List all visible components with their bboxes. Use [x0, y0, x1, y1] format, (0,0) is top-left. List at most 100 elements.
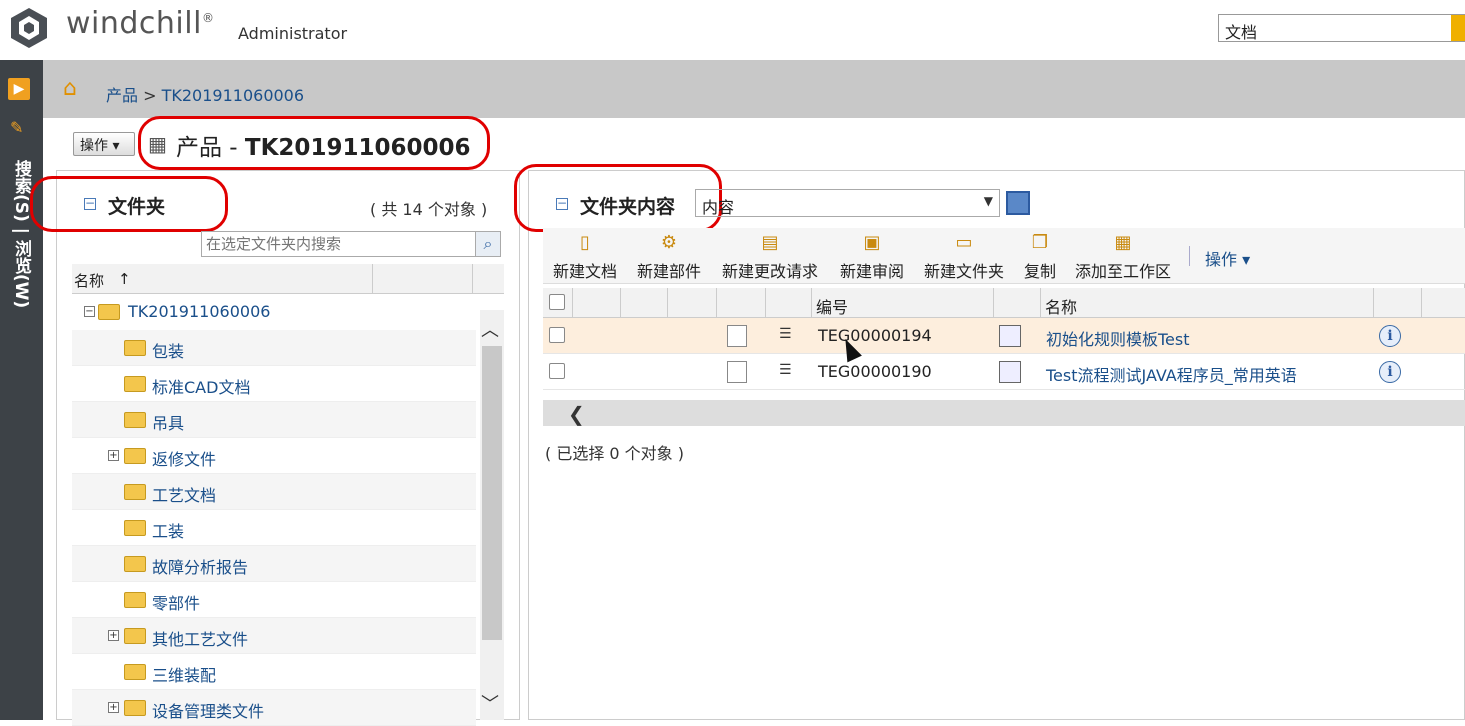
save-view-icon[interactable]: [1006, 191, 1030, 215]
tree-folder-label[interactable]: 包装: [152, 338, 184, 362]
grid-header: 编号 名称: [543, 288, 1465, 318]
tree-folder-row[interactable]: 故障分析报告: [72, 546, 476, 582]
table-row[interactable]: ☰ TEG00000190 Test流程测试JAVA程序员_常用英语 i: [543, 354, 1465, 390]
doc-type-icon: ☰: [779, 326, 792, 342]
tree-folder-label[interactable]: 工艺文档: [152, 482, 216, 506]
document-icon[interactable]: [727, 325, 747, 347]
column-divider: [1040, 288, 1041, 318]
search-icon[interactable]: ✎: [10, 118, 28, 137]
folder-icon: [124, 556, 146, 572]
sort-asc-icon[interactable]: ↑: [118, 270, 131, 288]
folder-count: ( 共 14 个对象 ): [370, 200, 488, 219]
chevron-up-icon[interactable]: ︿: [481, 316, 499, 342]
tree-folder-label[interactable]: 设备管理类文件: [152, 698, 264, 722]
tree-folder-row[interactable]: 包装: [72, 330, 476, 366]
folder-icon: [124, 448, 146, 464]
folder-search-input[interactable]: [201, 231, 476, 257]
row-number: TEG00000190: [818, 362, 932, 381]
annotation-oval: [514, 164, 722, 232]
expand-node-icon[interactable]: +: [108, 630, 119, 641]
tree-folder-row[interactable]: + 其他工艺文件: [72, 618, 476, 654]
rail-tab-label[interactable]: 搜索(S) | 浏览(W): [4, 160, 34, 308]
toolbar-label: 新建文档: [553, 262, 618, 281]
row-checkbox[interactable]: [549, 327, 565, 343]
new-change-request-icon: ▤: [761, 232, 779, 253]
tree-folder-label[interactable]: 其他工艺文件: [152, 626, 248, 650]
tree-folder-row[interactable]: 工装: [72, 510, 476, 546]
toolbar-label: 新建文件夹: [924, 262, 1005, 281]
folder-icon: [98, 304, 120, 320]
view-select[interactable]: 内容 ▼: [695, 189, 1000, 217]
new-folder-button[interactable]: ▭ 新建文件夹: [924, 232, 1004, 282]
tree-folder-label[interactable]: 标准CAD文档: [152, 374, 250, 398]
tree-folder-label[interactable]: 三维装配: [152, 662, 216, 686]
folder-icon: [124, 340, 146, 356]
chevron-down-icon[interactable]: [1451, 15, 1465, 41]
toolbar-divider: [1189, 246, 1190, 266]
tree-folder-row[interactable]: + 设备管理类文件: [72, 690, 476, 726]
home-icon[interactable]: ⌂: [63, 76, 87, 101]
column-divider: [667, 288, 668, 318]
tree-folder-label[interactable]: 返修文件: [152, 446, 216, 470]
document-icon[interactable]: [727, 361, 747, 383]
folder-icon: [124, 520, 146, 536]
new-review-button[interactable]: ▣ 新建审阅: [840, 232, 904, 282]
folder-icon: [124, 592, 146, 608]
expand-node-icon[interactable]: +: [108, 450, 119, 461]
row-name-link[interactable]: Test流程测试JAVA程序员_常用英语: [1046, 362, 1297, 386]
tree-folder-label[interactable]: 故障分析报告: [152, 554, 248, 578]
row-checkbox[interactable]: [549, 363, 565, 379]
chevron-left-icon[interactable]: ❮: [568, 402, 585, 426]
new-document-icon: ▯: [580, 232, 590, 253]
new-document-button[interactable]: ▯ 新建文档: [553, 232, 617, 282]
tree-root-row[interactable]: − TK201911060006: [72, 294, 476, 330]
toolbar-actions-menu[interactable]: 操作 ▾: [1205, 246, 1250, 270]
horizontal-scrollbar[interactable]: [543, 400, 1465, 426]
column-divider: [765, 288, 766, 318]
copy-button[interactable]: ❐ 复制: [1024, 232, 1056, 282]
scrollbar-thumb[interactable]: [482, 346, 502, 640]
tree-folder-label[interactable]: 零部件: [152, 590, 200, 614]
table-row[interactable]: ☰ TEG00000194 初始化规则模板Test i: [543, 318, 1465, 354]
tree-folder-label[interactable]: 吊具: [152, 410, 184, 434]
info-icon[interactable]: i: [1379, 325, 1401, 347]
tree-folder-row[interactable]: 工艺文档: [72, 474, 476, 510]
add-to-workspace-button[interactable]: ▦ 添加至工作区: [1075, 232, 1171, 282]
workflow-icon[interactable]: [999, 361, 1021, 383]
breadcrumb-root[interactable]: 产品: [106, 86, 138, 105]
tree-folder-row[interactable]: 三维装配: [72, 654, 476, 690]
doc-type-icon: ☰: [779, 362, 792, 378]
tree-root-label[interactable]: TK201911060006: [128, 302, 270, 321]
collapse-node-icon[interactable]: −: [84, 306, 95, 317]
copy-icon: ❐: [1031, 232, 1049, 253]
chevron-down-icon[interactable]: ▼: [984, 194, 993, 208]
tree-folder-row[interactable]: 吊具: [72, 402, 476, 438]
tree-folder-label[interactable]: 工装: [152, 518, 184, 542]
tree-folder-row[interactable]: + 返修文件: [72, 438, 476, 474]
name-column-header[interactable]: 名称: [74, 270, 104, 291]
workflow-icon[interactable]: [999, 325, 1021, 347]
new-change-request-button[interactable]: ▤ 新建更改请求: [722, 232, 818, 282]
tree-header: 名称 ↑: [72, 264, 504, 294]
actions-menu-button[interactable]: 操作 ▾: [73, 132, 135, 156]
column-divider: [572, 288, 573, 318]
tree-folder-row[interactable]: 零部件: [72, 582, 476, 618]
left-rail: ▶ ✎ 搜索(S) | 浏览(W): [0, 60, 43, 720]
new-part-button[interactable]: ⚙ 新建部件: [637, 232, 701, 282]
info-icon[interactable]: i: [1379, 361, 1401, 383]
folder-icon: [124, 376, 146, 392]
search-icon[interactable]: ⌕: [475, 231, 501, 257]
search-type-select[interactable]: 文档: [1218, 14, 1465, 42]
tree-folder-row[interactable]: 标准CAD文档: [72, 366, 476, 402]
expand-node-icon[interactable]: +: [108, 702, 119, 713]
name-column-header[interactable]: 名称: [1045, 294, 1077, 318]
number-column-header[interactable]: 编号: [816, 294, 848, 318]
windchill-logo-icon: [8, 6, 50, 50]
column-divider: [1421, 288, 1422, 318]
row-name-link[interactable]: 初始化规则模板Test: [1046, 326, 1190, 350]
navigator-toggle-icon[interactable]: ▶: [8, 78, 30, 100]
breadcrumb-current[interactable]: TK201911060006: [162, 86, 304, 105]
annotation-oval: [30, 176, 228, 232]
chevron-down-icon[interactable]: ﹀: [481, 690, 499, 716]
select-all-checkbox[interactable]: [549, 294, 565, 310]
